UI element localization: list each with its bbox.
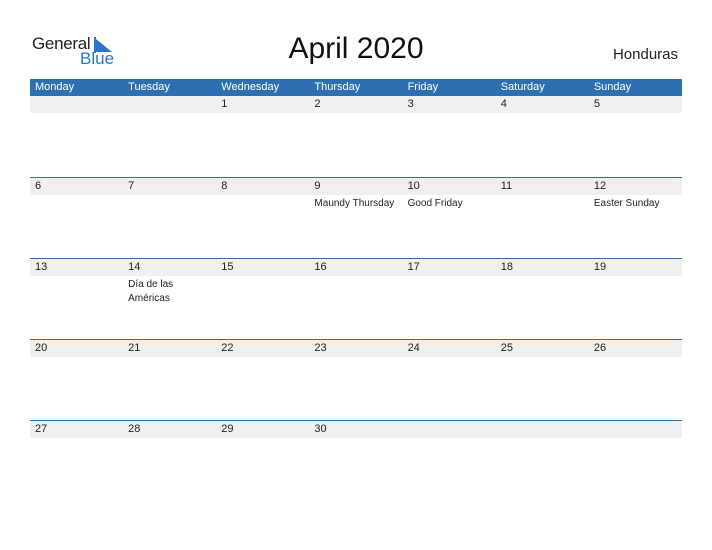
day-number: 23	[314, 342, 327, 354]
weekday-friday: Friday	[407, 81, 439, 93]
day-cell: 19	[589, 259, 682, 340]
day-cell: 11	[496, 178, 589, 259]
week-row: 1 2 3 4 5	[30, 96, 682, 177]
day-cell: 20	[30, 340, 123, 421]
day-cell: 14 Día de las Américas	[123, 259, 216, 340]
day-cell: 17	[403, 259, 496, 340]
day-cell	[589, 421, 682, 502]
day-cell: 25	[496, 340, 589, 421]
day-cell: 24	[403, 340, 496, 421]
week-cells: 1 2 3 4 5	[30, 96, 682, 177]
day-number: 2	[314, 98, 321, 110]
day-cell: 3	[403, 96, 496, 177]
day-cell	[496, 421, 589, 502]
weekday-wednesday: Wednesday	[221, 81, 280, 93]
day-cell: 12 Easter Sunday	[589, 178, 682, 259]
day-number: 1	[221, 98, 228, 110]
holiday-label: Easter Sunday	[593, 198, 660, 209]
week-row: 20 21 22 23 24 25 26	[30, 339, 682, 421]
week-cells: 13 14 Día de las Américas 15 16 17 18 19	[30, 259, 682, 340]
day-number: 7	[128, 180, 135, 192]
day-number: 19	[593, 261, 607, 273]
day-cell: 5	[589, 96, 682, 177]
day-number: 16	[314, 261, 327, 273]
weekday-thursday: Thursday	[314, 81, 361, 93]
day-cell: 1	[216, 96, 309, 177]
day-number: 15	[221, 261, 234, 273]
holiday-label: Good Friday	[407, 198, 463, 209]
day-number: 14	[128, 261, 141, 273]
day-number: 27	[35, 423, 48, 435]
weekday-tuesday: Tuesday	[128, 81, 170, 93]
day-cell: 18	[496, 259, 589, 340]
day-number: 26	[593, 342, 607, 354]
day-cell	[123, 96, 216, 177]
day-number: 25	[500, 342, 513, 354]
day-cell: 8	[216, 178, 309, 259]
day-cell: 6	[30, 178, 123, 259]
week-row: 6 7 8 9 Maundy Thursday 10 Good Friday 11 12 East…	[30, 177, 682, 259]
day-cell	[403, 421, 496, 502]
day-number: 12	[593, 180, 607, 192]
weekday-saturday: Saturday	[500, 81, 545, 93]
week-row: 27 28 29 30	[30, 420, 682, 502]
holiday-label: Día de las Américas	[128, 279, 174, 304]
day-number: 4	[500, 98, 507, 110]
day-number: 10	[407, 180, 420, 192]
weekday-monday: Monday	[35, 81, 75, 93]
day-number: 22	[221, 342, 234, 354]
day-cell: 29	[216, 421, 309, 502]
day-cell	[30, 96, 123, 177]
day-cell: 9 Maundy Thursday	[309, 178, 402, 259]
holiday-label: Maundy Thursday	[314, 198, 395, 209]
calendar-title: April 2020	[288, 32, 424, 65]
country-label: Honduras	[612, 46, 678, 63]
day-number: 11	[500, 180, 513, 192]
day-cell: 27	[30, 421, 123, 502]
week-cells: 27 28 29 30	[30, 421, 682, 502]
day-cell: 22	[216, 340, 309, 421]
day-cell: 16	[309, 259, 402, 340]
day-cell: 10 Good Friday	[403, 178, 496, 259]
day-cell: 30	[309, 421, 402, 502]
day-cell: 23	[309, 340, 402, 421]
day-number: 29	[221, 423, 234, 435]
day-number: 28	[128, 423, 141, 435]
day-cell: 21	[123, 340, 216, 421]
weekday-header: Monday Tuesday Wednesday Thursday Friday…	[30, 79, 682, 96]
day-number: 18	[500, 261, 513, 273]
day-number: 3	[407, 98, 414, 110]
day-number: 8	[221, 180, 228, 192]
week-row: 13 14 Día de las Américas 15 16 17 18 19	[30, 258, 682, 340]
day-number: 24	[407, 342, 420, 354]
day-cell: 15	[216, 259, 309, 340]
day-number: 13	[35, 261, 48, 273]
weekday-sunday: Sunday	[593, 81, 632, 93]
day-number: 6	[35, 180, 42, 192]
day-cell: 7	[123, 178, 216, 259]
day-number: 20	[35, 342, 48, 354]
day-number: 17	[407, 261, 420, 273]
day-cell: 2	[309, 96, 402, 177]
week-cells: 20 21 22 23 24 25 26	[30, 340, 682, 421]
day-cell: 4	[496, 96, 589, 177]
day-cell: 28	[123, 421, 216, 502]
day-cell: 13	[30, 259, 123, 340]
week-cells: 6 7 8 9 Maundy Thursday 10 Good Friday 11 12 East…	[30, 178, 682, 259]
day-number: 21	[128, 342, 141, 354]
day-number: 5	[593, 98, 600, 110]
day-cell: 26	[589, 340, 682, 421]
day-number: 30	[314, 423, 327, 435]
day-number: 9	[314, 180, 321, 192]
